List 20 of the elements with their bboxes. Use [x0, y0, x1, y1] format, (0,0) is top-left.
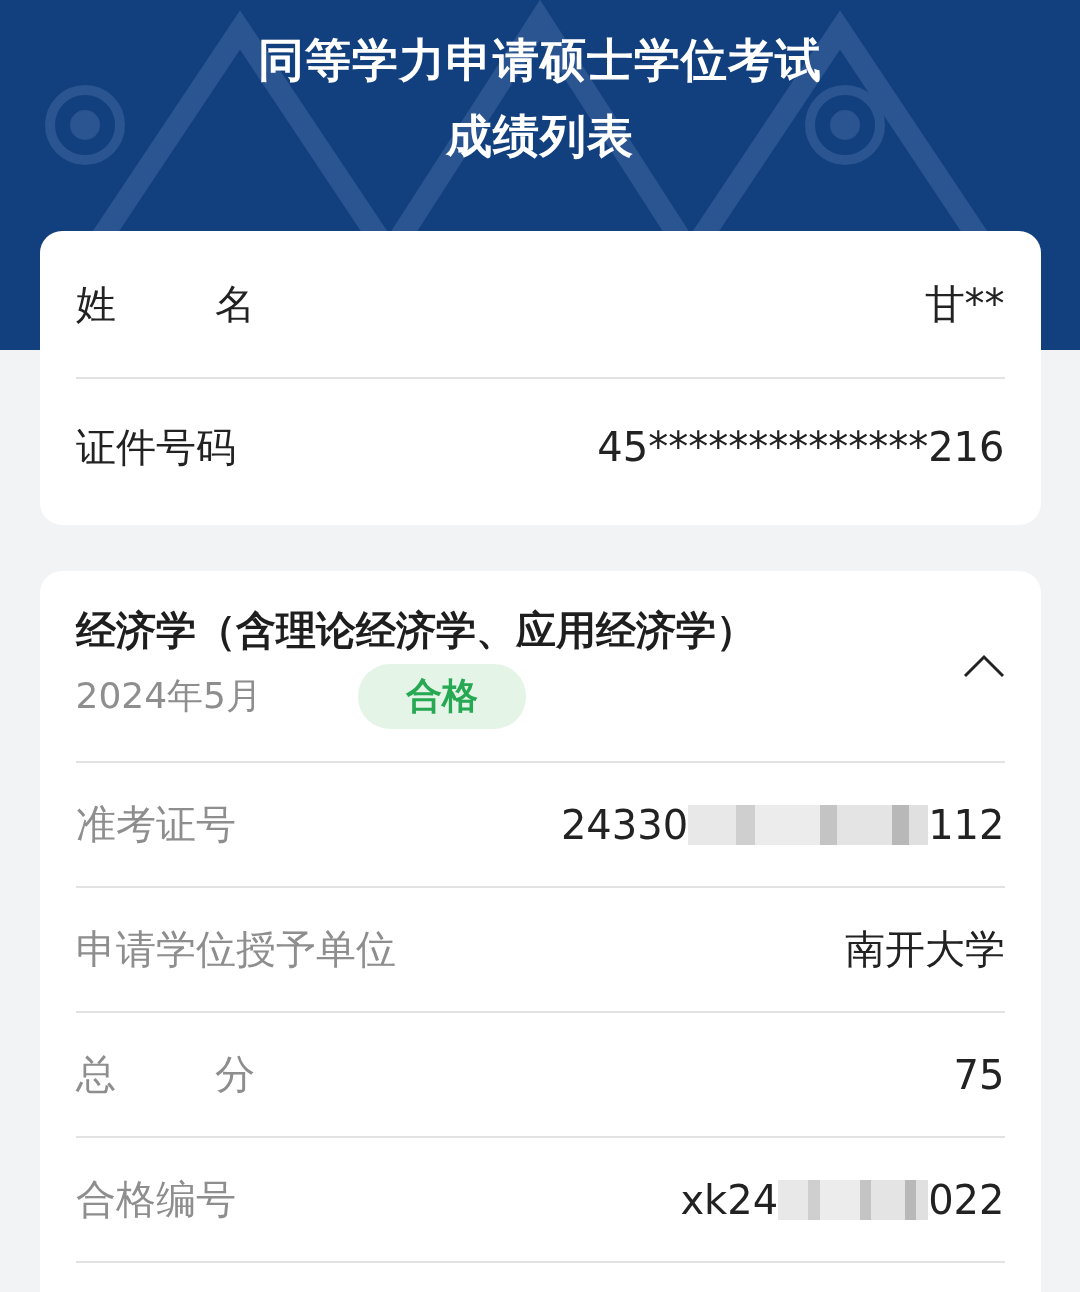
field-value: 112	[928, 801, 1005, 848]
field-label: 合格编号	[75, 1175, 236, 1224]
exam-date: 2024年5月	[75, 674, 263, 718]
field-label: 姓 名	[75, 279, 256, 329]
field-label: 总 分	[75, 1050, 256, 1099]
field-value: 南开大学	[844, 925, 1005, 974]
page-title: 成绩列表	[446, 108, 634, 165]
status-badge: 合格	[358, 664, 527, 729]
page-title: 同等学力申请硕士学位考试	[258, 32, 822, 89]
field-label: 准考证号	[75, 800, 236, 849]
field-value: 24330	[560, 801, 689, 848]
field-value: 甘**	[924, 279, 1005, 329]
field-label: 申请学位授予单位	[75, 925, 396, 974]
field-value: xk24	[680, 1176, 779, 1223]
field-value: 75	[953, 1051, 1005, 1098]
field-value: 45**************216	[597, 424, 1005, 470]
chevron-up-icon[interactable]	[962, 654, 1005, 678]
subject-title: 经济学（含理论经济学、应用经济学）	[75, 606, 756, 655]
field-value: 022	[928, 1176, 1005, 1223]
field-label: 证件号码	[75, 422, 236, 472]
